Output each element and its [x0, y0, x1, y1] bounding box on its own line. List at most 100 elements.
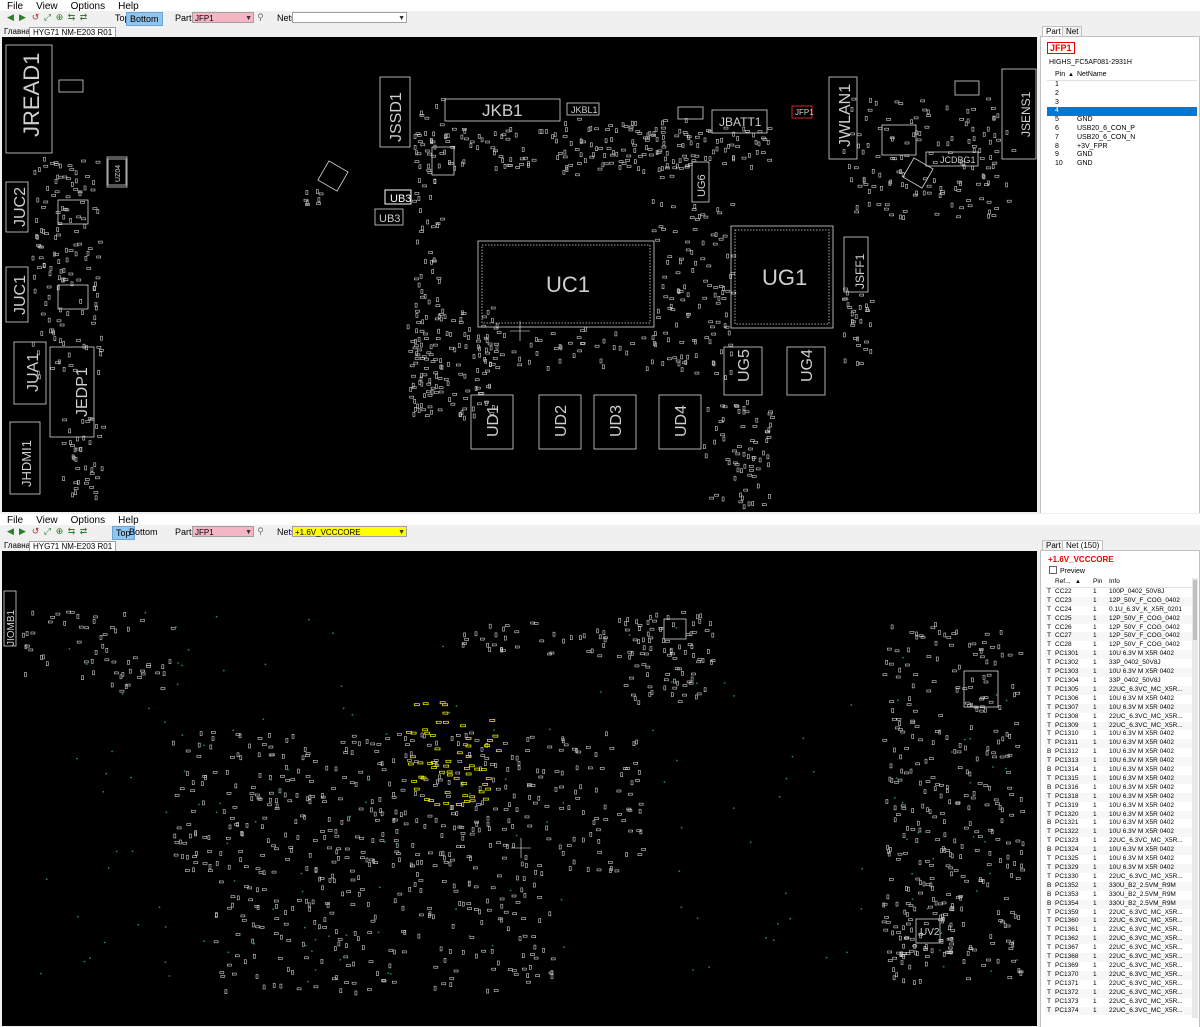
table-row[interactable]: T PC1371 1 22UC_6.3VC_MC_X5R... — [1045, 980, 1193, 989]
table-row[interactable]: T PC1319 1 10U 6.3V M X5R 0402 — [1045, 802, 1193, 811]
table-row[interactable]: 10 GND — [1047, 160, 1197, 169]
nets-combo[interactable]: +1.6V_VCCCORE ▼ — [292, 526, 407, 537]
net-table-scrollbar[interactable] — [1192, 578, 1198, 1018]
forward-arrow-icon[interactable]: ▶ — [18, 527, 27, 536]
table-row[interactable]: B PC1352 1 330U_B2_2.5VM_R9M — [1045, 881, 1193, 891]
mirror-icon[interactable]: ⇄ — [79, 13, 88, 22]
pcb-pad — [359, 837, 364, 840]
pcb-pad — [947, 925, 951, 931]
col-netname[interactable]: NetName — [1077, 70, 1107, 80]
back-arrow-icon[interactable]: ◀ — [6, 13, 15, 22]
col-info[interactable]: Info — [1109, 578, 1120, 587]
bottom-side-button[interactable]: Bottom — [126, 12, 163, 26]
table-row[interactable]: B PC1354 1 330U_B2_2.5VM_R9M — [1045, 899, 1193, 909]
table-row[interactable]: B PC1312 1 10U 6.3V M X5R 0402 — [1045, 748, 1193, 757]
forward-arrow-icon[interactable]: ▶ — [18, 13, 27, 22]
table-row[interactable]: T PC1301 1 10U 6.3V M X5R 0402 — [1045, 650, 1193, 660]
table-row[interactable]: T PC1313 1 10U 6.3V M X5R 0402 — [1045, 757, 1193, 767]
table-row[interactable]: T PC1310 1 10U 6.3V M X5R 0402 — [1045, 730, 1193, 739]
table-row[interactable]: T PC1315 1 10U 6.3V M X5R 0402 — [1045, 774, 1193, 784]
table-row[interactable]: 1 — [1047, 81, 1197, 90]
table-row[interactable]: T CC23 1 12P_50V_F_COG_0402 — [1045, 596, 1193, 606]
table-row[interactable]: T PC1373 1 22UC_6.3VC_MC_X5R... — [1045, 998, 1193, 1007]
table-row[interactable]: T PC1367 1 22UC_6.3VC_MC_X5R... — [1045, 944, 1193, 953]
table-row[interactable]: T PC1370 1 22UC_6.3VC_MC_X5R... — [1045, 970, 1193, 980]
pcb-pad — [915, 877, 921, 881]
table-row[interactable]: T PC1302 1 33P_0402_50V8J — [1045, 659, 1193, 668]
col-pin[interactable]: Pin — [1055, 70, 1065, 80]
back-arrow-icon[interactable]: ◀ — [6, 527, 15, 536]
table-row[interactable]: T CC28 1 12P_50V_F_COG_0402 — [1045, 641, 1193, 650]
rotate-left-icon[interactable]: ↺ — [31, 13, 40, 22]
table-row[interactable]: T PC1360 1 22UC_6.3VC_MC_X5R... — [1045, 917, 1193, 927]
pcb-pad — [56, 227, 60, 232]
table-row[interactable]: T PC1306 1 10U 6.3V M X5R 0402 — [1045, 695, 1193, 704]
table-row[interactable]: 3 — [1047, 99, 1197, 108]
table-row[interactable]: 8 +3V_FPR — [1047, 143, 1197, 152]
pcb-pad — [441, 308, 445, 314]
parts-combo[interactable]: JFP1 ▼ — [192, 12, 254, 23]
filter-icon[interactable]: ⚲ — [256, 13, 265, 22]
table-row[interactable]: T PC1303 1 10U 6.3V M X5R 0402 — [1045, 668, 1193, 677]
table-row[interactable]: T PC1320 1 10U 6.3V M X5R 0402 — [1045, 810, 1193, 820]
col-ref[interactable]: Ref... — [1055, 578, 1071, 587]
table-row[interactable]: T PC1361 1 22UC_6.3VC_MC_X5R... — [1045, 926, 1193, 935]
table-row[interactable]: T PC1305 1 22UC_6.3VC_MC_X5R... — [1045, 685, 1193, 695]
fit-screen-icon[interactable]: ⤢ — [43, 13, 52, 22]
fit-screen-icon[interactable]: ⤢ — [43, 527, 52, 536]
table-row[interactable]: T PC1362 1 22UC_6.3VC_MC_X5R... — [1045, 935, 1193, 945]
zoom-icon[interactable]: ⊕ — [55, 527, 64, 536]
table-row[interactable]: 9 GND — [1047, 151, 1197, 160]
table-row[interactable]: T PC1311 1 10U 6.3V M X5R 0402 — [1045, 739, 1193, 749]
table-row[interactable]: T CC25 1 12P_50V_F_COG_0402 — [1045, 614, 1193, 624]
table-row[interactable]: B PC1353 1 330U_B2_2.5VM_R9M — [1045, 891, 1193, 900]
table-row[interactable]: T PC1359 1 22UC_6.3VC_MC_X5R... — [1045, 909, 1193, 918]
table-row[interactable]: T CC22 1 100P_0402_50V8J — [1045, 588, 1193, 597]
table-row[interactable]: B PC1321 1 10U 6.3V M X5R 0402 — [1045, 819, 1193, 828]
table-row[interactable]: T PC1304 1 33P_0402_50V8J — [1045, 677, 1193, 686]
table-row[interactable]: 4 — [1047, 107, 1197, 117]
table-row[interactable]: T CC24 1 0.1U_6.3V_K_X5R_0201 — [1045, 606, 1193, 615]
table-row[interactable]: B PC1324 1 10U 6.3V M X5R 0402 — [1045, 846, 1193, 856]
table-row[interactable]: T PC1368 1 22UC_6.3VC_MC_X5R... — [1045, 953, 1193, 962]
col-pin[interactable]: Pin — [1093, 578, 1102, 587]
table-row[interactable]: T PC1308 1 22UC_6.3VC_MC_X5R... — [1045, 713, 1193, 722]
pcb-pad — [574, 789, 577, 795]
pcb-pad — [379, 808, 382, 814]
board-canvas[interactable]: JIOMB1 UV2 — [2, 551, 1037, 1026]
table-row[interactable]: 5 GND — [1047, 116, 1197, 125]
table-row[interactable]: T PC1323 1 22UC_6.3VC_MC_X5R... — [1045, 837, 1193, 846]
table-row[interactable]: B PC1316 1 10U 6.3V M X5R 0402 — [1045, 784, 1193, 793]
bottom-side-button[interactable]: Bottom — [126, 526, 161, 538]
table-row[interactable]: 7 USB20_6_CON_N — [1047, 134, 1197, 143]
table-row[interactable]: T PC1307 1 10U 6.3V M X5R 0402 — [1045, 703, 1193, 713]
table-row[interactable]: T CC27 1 12P_50V_F_COG_0402 — [1045, 632, 1193, 642]
zoom-icon[interactable]: ⊕ — [55, 13, 64, 22]
flip-icon[interactable]: ⇆ — [67, 13, 76, 22]
table-row[interactable]: T PC1309 1 22UC_6.3VC_MC_X5R... — [1045, 721, 1193, 731]
flip-icon[interactable]: ⇆ — [67, 527, 76, 536]
table-row[interactable]: T PC1330 1 22UC_6.3VC_MC_X5R... — [1045, 873, 1193, 882]
preview-checkbox[interactable]: Preview — [1049, 566, 1085, 575]
table-row[interactable]: T PC1325 1 10U 6.3V M X5R 0402 — [1045, 855, 1193, 864]
table-row[interactable]: T PC1318 1 10U 6.3V M X5R 0402 — [1045, 792, 1193, 802]
pcb-pad — [219, 880, 224, 884]
nets-combo[interactable]: ▼ — [292, 12, 407, 23]
table-row[interactable]: T PC1374 1 22UC_6.3VC_MC_X5R... — [1045, 1006, 1193, 1016]
table-row[interactable]: 2 — [1047, 90, 1197, 99]
table-row[interactable]: 6 USB20_6_CON_P — [1047, 125, 1197, 134]
board-canvas[interactable]: JREAD1 JUC2 JUC1 JUA1 JEDP1 JHDMI1 UZ04 … — [2, 37, 1037, 512]
table-row[interactable]: T CC26 1 12P_50V_F_COG_0402 — [1045, 624, 1193, 633]
scrollbar-thumb[interactable] — [1193, 580, 1197, 640]
table-row[interactable]: B PC1314 1 10U 6.3V M X5R 0402 — [1045, 766, 1193, 775]
table-row[interactable]: T PC1322 1 10U 6.3V M X5R 0402 — [1045, 828, 1193, 838]
table-row[interactable]: T PC1372 1 22UC_6.3VC_MC_X5R... — [1045, 988, 1193, 998]
table-row[interactable]: T PC1329 1 10U 6.3V M X5R 0402 — [1045, 864, 1193, 873]
pcb-pad — [894, 781, 899, 784]
rotate-left-icon[interactable]: ↺ — [31, 527, 40, 536]
parts-combo[interactable]: JFP1 ▼ — [192, 526, 254, 537]
mirror-icon[interactable]: ⇄ — [79, 527, 88, 536]
filter-icon[interactable]: ⚲ — [256, 527, 265, 536]
via-dot — [443, 773, 445, 776]
table-row[interactable]: T PC1369 1 22UC_6.3VC_MC_X5R... — [1045, 962, 1193, 971]
